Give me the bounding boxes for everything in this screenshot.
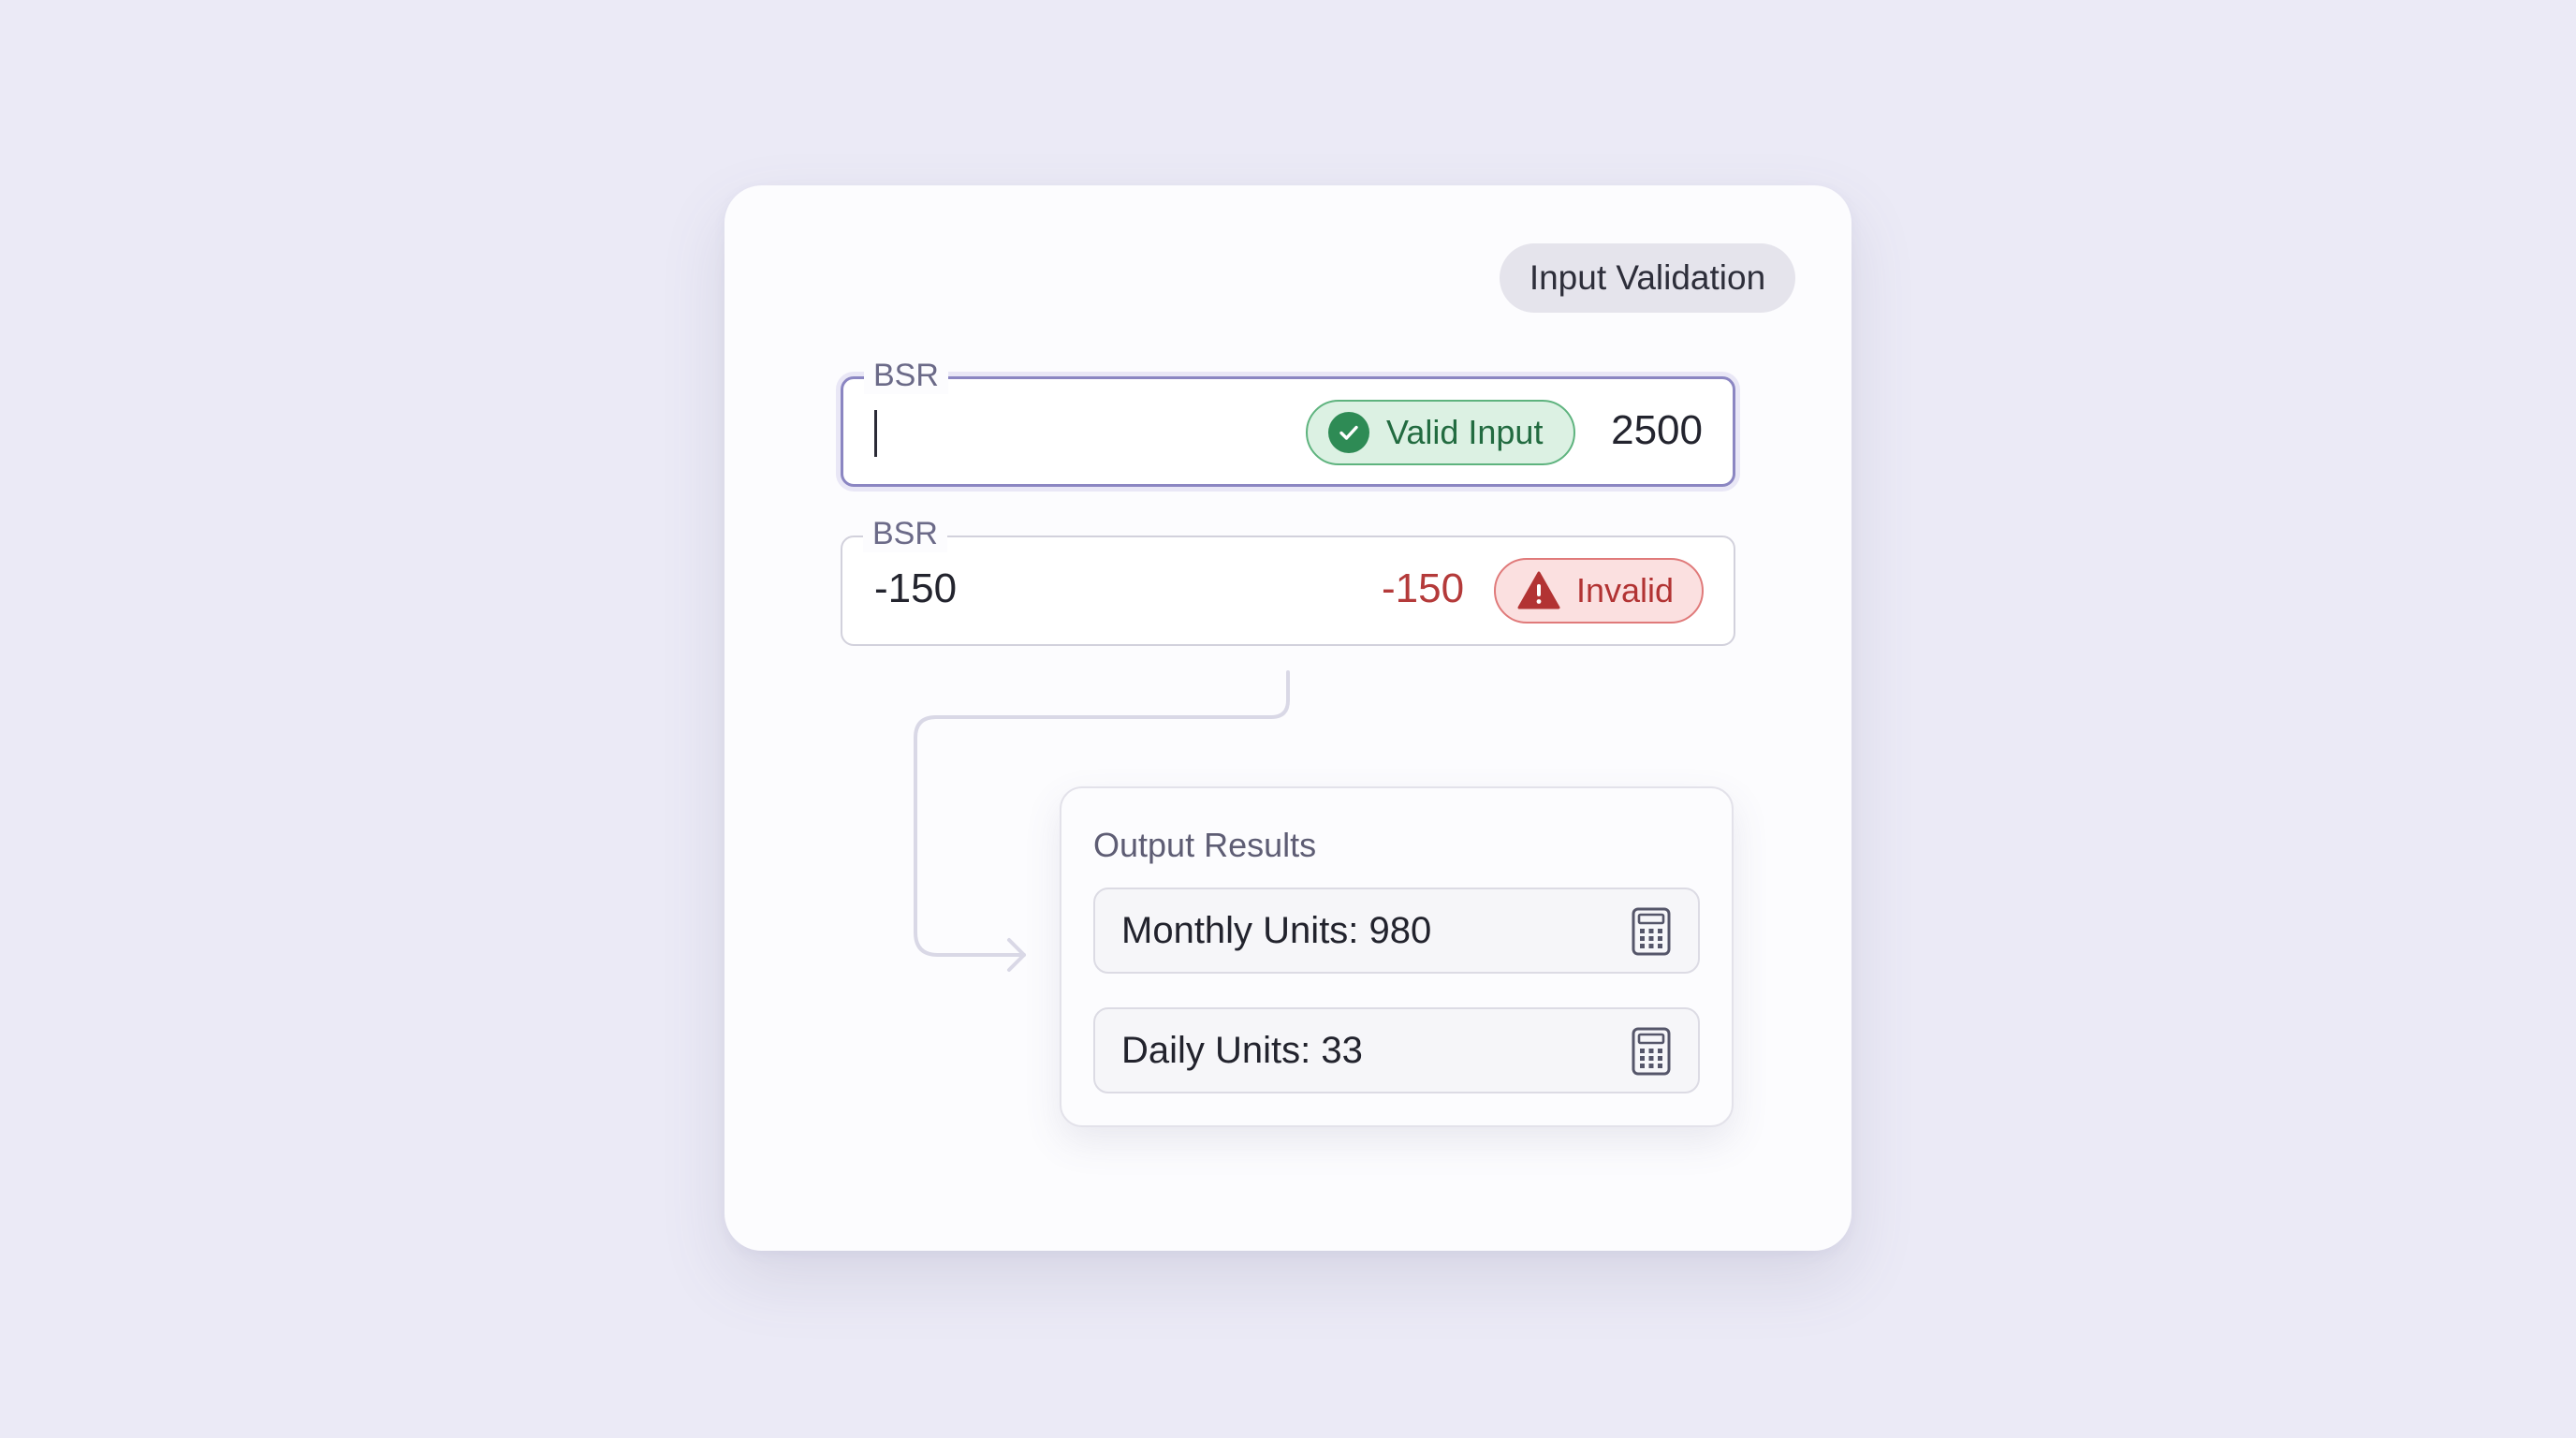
invalid-badge: Invalid — [1494, 558, 1704, 624]
result-row-monthly: Monthly Units: 980 — [1093, 888, 1700, 974]
result-row-daily: Daily Units: 33 — [1093, 1007, 1700, 1093]
bsr-invalid-value: -150 — [1382, 565, 1465, 611]
check-circle-icon — [1328, 412, 1369, 453]
calculator-icon — [1631, 1026, 1672, 1077]
input-validation-label: Input Validation — [1529, 258, 1766, 297]
bsr-input-value: -150 — [874, 565, 958, 611]
daily-units-text: Daily Units: 33 — [1121, 1029, 1363, 1071]
text-caret — [874, 410, 877, 457]
output-results-title: Output Results — [1093, 826, 1317, 864]
bsr-field-label: BSR — [864, 357, 948, 394]
output-results-panel: Output Results Monthly Units: 980 Daily … — [1060, 786, 1734, 1127]
bsr-input-valid[interactable]: BSR Valid Input 2500 — [841, 357, 1735, 487]
calculator-icon — [1631, 906, 1672, 957]
warning-triangle-icon — [1516, 570, 1561, 611]
bsr-input-invalid[interactable]: BSR -150 -150 Invalid — [841, 515, 1735, 646]
bsr-valid-value: 2500 — [1611, 407, 1703, 453]
bsr-field-label: BSR — [863, 515, 947, 552]
valid-input-label: Valid Input — [1386, 413, 1544, 451]
monthly-units-text: Monthly Units: 980 — [1121, 909, 1432, 951]
invalid-label: Invalid — [1576, 571, 1675, 609]
input-validation-badge: Input Validation — [1500, 243, 1795, 313]
valid-input-badge: Valid Input — [1306, 400, 1575, 465]
